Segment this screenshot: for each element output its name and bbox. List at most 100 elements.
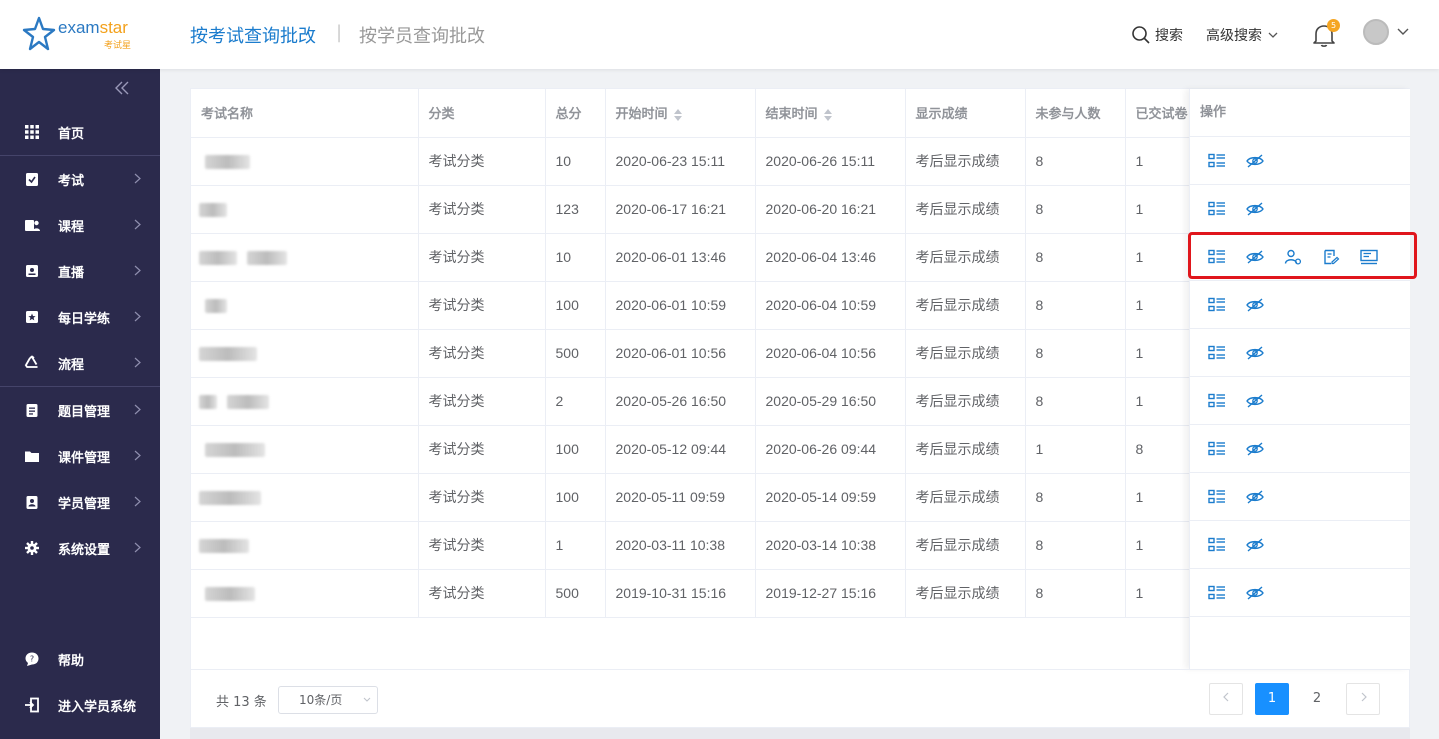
eye-off-icon[interactable] bbox=[1246, 297, 1264, 313]
column-header-start-time[interactable]: 开始时间 bbox=[605, 89, 756, 138]
tab-by-student[interactable]: 按学员查询批改 bbox=[359, 22, 485, 48]
exam-name-cell[interactable] bbox=[191, 185, 419, 234]
exam-name-cell[interactable] bbox=[191, 473, 419, 522]
horizontal-scrollbar[interactable] bbox=[190, 728, 1410, 739]
sort-icon[interactable] bbox=[823, 108, 832, 121]
prev-page-button[interactable] bbox=[1209, 683, 1243, 715]
sort-icon[interactable] bbox=[673, 108, 682, 121]
sidebar-item-live[interactable]: 直播 bbox=[0, 248, 160, 294]
row-actions bbox=[1190, 569, 1410, 617]
examstar-logo[interactable]: examstar 考试星 bbox=[22, 16, 142, 52]
page-button-2[interactable]: 2 bbox=[1300, 683, 1334, 715]
redacted-exam-name bbox=[227, 395, 269, 410]
sidebar-item-question-management[interactable]: 题目管理 bbox=[0, 387, 160, 433]
page-button-1[interactable]: 1 bbox=[1255, 683, 1289, 715]
start-time-cell: 2020-06-01 10:56 bbox=[605, 329, 756, 378]
review-paper-icon[interactable] bbox=[1322, 249, 1340, 265]
list-detail-icon[interactable] bbox=[1208, 201, 1226, 217]
list-detail-icon[interactable] bbox=[1208, 249, 1226, 265]
table-row[interactable]: 考试分类 2 2020-05-26 16:50 2020-05-29 16:50 考后显… bbox=[191, 377, 1190, 426]
column-header-submitted: 已交试卷 bbox=[1125, 89, 1190, 138]
chevron-right-icon bbox=[134, 311, 141, 322]
eye-off-icon[interactable] bbox=[1246, 393, 1264, 409]
exam-name-cell[interactable] bbox=[191, 281, 419, 330]
table-row[interactable]: 考试分类 100 2020-05-12 09:44 2020-06-26 09:44 考… bbox=[191, 425, 1190, 474]
advanced-search-dropdown[interactable]: 高级搜索 bbox=[1206, 25, 1278, 45]
row-actions bbox=[1190, 377, 1410, 425]
table-row[interactable]: 考试分类 1 2020-03-11 10:38 2020-03-14 10:38 考后显… bbox=[191, 521, 1190, 570]
column-header-exam-name: 考试名称 bbox=[191, 89, 419, 138]
eye-off-icon[interactable] bbox=[1246, 201, 1264, 217]
list-detail-icon[interactable] bbox=[1208, 537, 1226, 553]
list-detail-icon[interactable] bbox=[1208, 153, 1226, 169]
sidebar-item-system-settings[interactable]: 系统设置 bbox=[0, 525, 160, 571]
eye-off-icon[interactable] bbox=[1246, 585, 1264, 601]
sidebar-item-exam[interactable]: 考试 bbox=[0, 156, 160, 202]
sidebar-item-course[interactable]: 课程 bbox=[0, 202, 160, 248]
table-row[interactable]: 考试分类 100 2020-05-11 09:59 2020-05-14 09:59 考… bbox=[191, 473, 1190, 522]
table-row[interactable]: 考试分类 500 2019-10-31 15:16 2019-12-27 15:16 考… bbox=[191, 569, 1190, 618]
next-page-button[interactable] bbox=[1346, 683, 1380, 715]
exam-table: 考试名称 分类 总分 开始时间 结束时间 显示成绩 未参与人数 已交试卷 考试分… bbox=[191, 89, 1190, 618]
exam-name-cell[interactable] bbox=[191, 569, 419, 618]
tab-by-exam[interactable]: 按考试查询批改 bbox=[190, 22, 316, 48]
exam-name-cell[interactable] bbox=[191, 233, 419, 282]
absent-count-cell: 8 bbox=[1025, 377, 1126, 426]
sidebar-item-student-management[interactable]: 学员管理 bbox=[0, 479, 160, 525]
redacted-exam-name bbox=[199, 251, 237, 266]
sidebar-item-process[interactable]: 流程 bbox=[0, 340, 160, 386]
list-detail-icon[interactable] bbox=[1208, 489, 1226, 505]
row-actions bbox=[1190, 329, 1410, 377]
list-detail-icon[interactable] bbox=[1208, 585, 1226, 601]
exam-name-cell[interactable] bbox=[191, 377, 419, 426]
sidebar-item-help[interactable]: ? 帮助 bbox=[0, 636, 160, 682]
exam-name-cell[interactable] bbox=[191, 137, 419, 186]
clipboard-list-icon bbox=[26, 404, 38, 417]
avatar[interactable] bbox=[1363, 19, 1389, 45]
category-cell: 考试分类 bbox=[418, 425, 546, 474]
category-cell: 考试分类 bbox=[418, 521, 546, 570]
list-detail-icon[interactable] bbox=[1208, 393, 1226, 409]
chevron-right-icon bbox=[134, 542, 141, 553]
show-score-cell: 考后显示成绩 bbox=[905, 233, 1026, 282]
table-row[interactable]: 考试分类 100 2020-06-01 10:59 2020-06-04 10:59 考… bbox=[191, 281, 1190, 330]
exam-name-cell[interactable] bbox=[191, 425, 419, 474]
table-row[interactable]: 考试分类 10 2020-06-23 15:11 2020-06-26 15:11 考后… bbox=[191, 137, 1190, 186]
eye-off-icon[interactable] bbox=[1246, 153, 1264, 169]
submitted-cell: 1 bbox=[1125, 569, 1190, 618]
eye-off-icon[interactable] bbox=[1246, 345, 1264, 361]
sidebar-item-home[interactable]: 首页 bbox=[0, 109, 160, 155]
sidebar-item-enter-student-system[interactable]: 进入学员系统 bbox=[0, 682, 160, 728]
chevron-down-icon[interactable] bbox=[1397, 28, 1409, 36]
submitted-cell: 1 bbox=[1125, 137, 1190, 186]
eye-off-icon[interactable] bbox=[1246, 489, 1264, 505]
show-score-cell: 考后显示成绩 bbox=[905, 425, 1026, 474]
sidebar-item-daily-practice[interactable]: 每日学练 bbox=[0, 294, 160, 340]
collapse-sidebar-icon[interactable] bbox=[114, 81, 130, 95]
table-row[interactable]: 考试分类 10 2020-06-01 13:46 2020-06-04 13:46 考后… bbox=[191, 233, 1190, 282]
table-row[interactable]: 考试分类 500 2020-06-01 10:56 2020-06-04 10:56 考… bbox=[191, 329, 1190, 378]
end-time-cell: 2020-06-26 09:44 bbox=[755, 425, 906, 474]
row-actions bbox=[1190, 185, 1410, 233]
eye-off-icon[interactable] bbox=[1246, 249, 1264, 265]
page-size-select[interactable]: 10条/页 bbox=[278, 686, 378, 714]
list-detail-icon[interactable] bbox=[1208, 441, 1226, 457]
list-detail-icon[interactable] bbox=[1208, 297, 1226, 313]
exam-name-cell[interactable] bbox=[191, 521, 419, 570]
logo-cn-text: 考试星 bbox=[104, 41, 132, 51]
sidebar-item-courseware-management[interactable]: 课件管理 bbox=[0, 433, 160, 479]
report-icon[interactable] bbox=[1360, 249, 1378, 265]
absent-count-cell: 8 bbox=[1025, 473, 1126, 522]
total-score-cell: 500 bbox=[545, 569, 606, 618]
table-row[interactable]: 考试分类 123 2020-06-17 16:21 2020-06-20 16:21 考… bbox=[191, 185, 1190, 234]
search-button[interactable]: 搜索 bbox=[1131, 25, 1183, 45]
exam-name-cell[interactable] bbox=[191, 329, 419, 378]
eye-off-icon[interactable] bbox=[1246, 537, 1264, 553]
sidebar-item-label: 学员管理 bbox=[58, 496, 111, 512]
user-settings-icon[interactable] bbox=[1284, 249, 1302, 265]
eye-off-icon[interactable] bbox=[1246, 441, 1264, 457]
absent-count-cell: 8 bbox=[1025, 137, 1126, 186]
list-detail-icon[interactable] bbox=[1208, 345, 1226, 361]
start-time-cell: 2020-06-01 13:46 bbox=[605, 233, 756, 282]
column-header-end-time[interactable]: 结束时间 bbox=[755, 89, 906, 138]
